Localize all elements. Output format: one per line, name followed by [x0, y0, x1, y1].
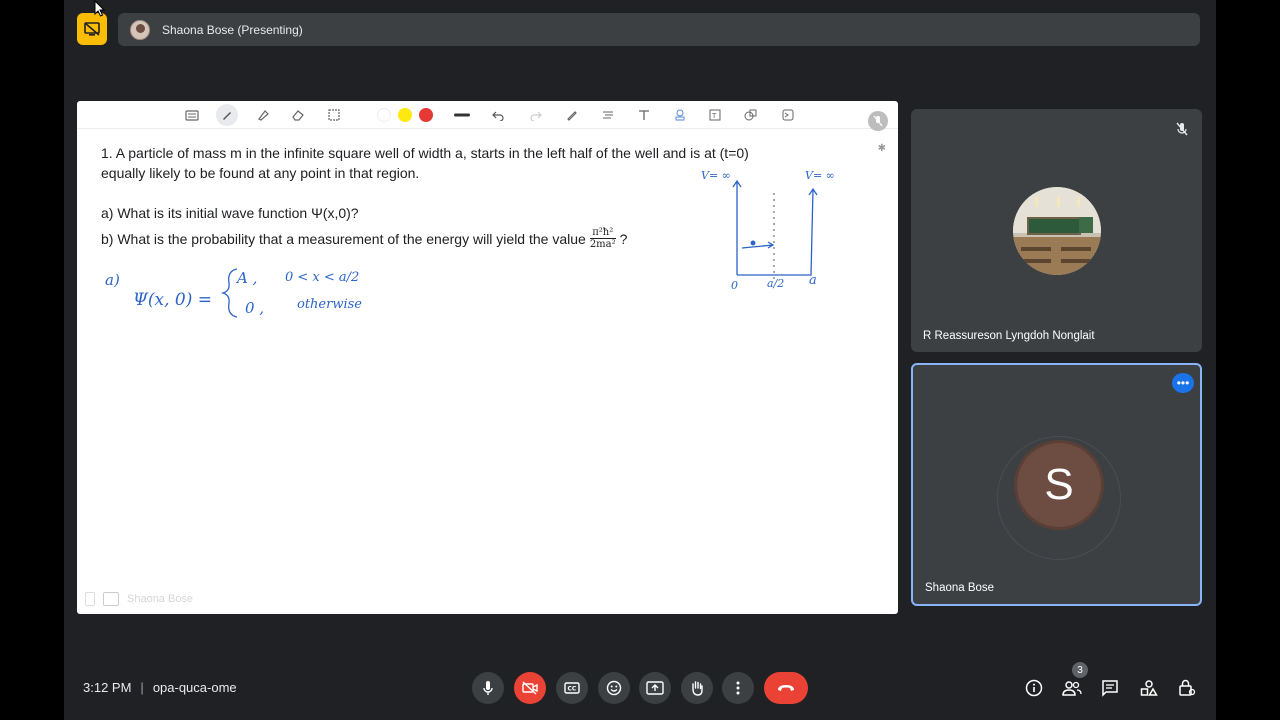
handwriting-layer: a) Ψ(x, 0) = A , 0 < x < a/2 0 , otherwi… [105, 169, 835, 318]
participant-initial-avatar: S [1014, 440, 1104, 530]
more-options-button[interactable] [722, 672, 754, 704]
present-icon [646, 681, 664, 695]
activities-icon [1140, 680, 1158, 696]
meeting-details-button[interactable] [1022, 677, 1046, 699]
meeting-code: opa-quca-ome [152, 680, 237, 695]
chat-button[interactable] [1098, 677, 1122, 699]
brace-stroke [220, 268, 238, 318]
raise-hand-button[interactable] [681, 672, 713, 704]
participant-name: Shaona Bose [925, 582, 995, 594]
mic-icon [483, 681, 493, 695]
whiteboard-footer: Shaona Bose [85, 592, 193, 606]
sketch-x0: 0 [731, 279, 738, 292]
people-icon [1062, 681, 1082, 696]
mic-button[interactable] [472, 672, 504, 704]
hand-case1-value: A , [235, 269, 257, 287]
meet-stage: Shaona Bose (Presenting) T ✱ 1. A partic… [64, 0, 1216, 720]
activities-button[interactable] [1137, 677, 1161, 699]
mouse-cursor-icon [94, 0, 106, 17]
pin-outline-icon[interactable] [85, 592, 95, 606]
host-controls-button[interactable] [1175, 677, 1199, 699]
emoji-icon [606, 680, 622, 696]
presenter-label: Shaona Bose (Presenting) [162, 22, 303, 37]
hand-psi: Ψ(x, 0) = [133, 290, 212, 310]
participant-avatar-photo [1013, 187, 1101, 275]
chat-icon [1102, 680, 1118, 697]
raise-hand-icon [692, 681, 703, 696]
sketch-xmid: a/2 [767, 277, 784, 290]
shared-whiteboard: T ✱ 1. A particle of mass m in the infin… [77, 101, 898, 614]
captions-icon: CC [564, 682, 580, 694]
well-sketch [732, 179, 818, 279]
end-call-icon [778, 685, 794, 691]
host-controls-icon [1179, 679, 1196, 696]
whiteboard-owner-name: Shaona Bose [127, 593, 194, 605]
hand-case2-value: 0 , [245, 299, 264, 317]
people-button[interactable] [1060, 677, 1084, 699]
participant-tile-active[interactable]: ••• S Shaona Bose [911, 363, 1202, 606]
clock-time: 3:12 PM [83, 680, 132, 695]
present-off-icon [84, 22, 100, 36]
participant-name: R Reassureson Lyngdoh Nonglait [923, 330, 1095, 342]
hand-case2-cond: otherwise [297, 297, 362, 312]
hand-answer-label: a) [105, 271, 120, 289]
present-button[interactable] [639, 672, 671, 704]
more-options-button[interactable]: ••• [1172, 373, 1194, 393]
mic-off-icon [1176, 122, 1188, 136]
svg-text:CC: CC [568, 686, 577, 693]
sketch-right-label: V= ∞ [805, 169, 835, 182]
camera-off-icon [522, 681, 538, 695]
leave-call-button[interactable] [764, 672, 808, 704]
presenter-avatar [130, 19, 150, 40]
sketch-left-label: V= ∞ [701, 169, 731, 182]
participant-tile[interactable]: R Reassureson Lyngdoh Nonglait [911, 109, 1202, 352]
more-vert-icon [736, 681, 740, 695]
presenting-banner: Shaona Bose (Presenting) [118, 13, 1200, 46]
separator: | [140, 680, 144, 695]
screen-icon[interactable] [103, 592, 119, 606]
camera-button[interactable] [514, 672, 546, 704]
captions-button[interactable]: CC [556, 672, 588, 704]
emoji-button[interactable] [598, 672, 630, 704]
hand-case1-cond: 0 < x < a/2 [285, 270, 359, 285]
meeting-info: 3:12 PM | opa-quca-ome [83, 680, 237, 695]
info-icon [1025, 679, 1043, 697]
people-count-badge: 3 [1072, 662, 1088, 678]
